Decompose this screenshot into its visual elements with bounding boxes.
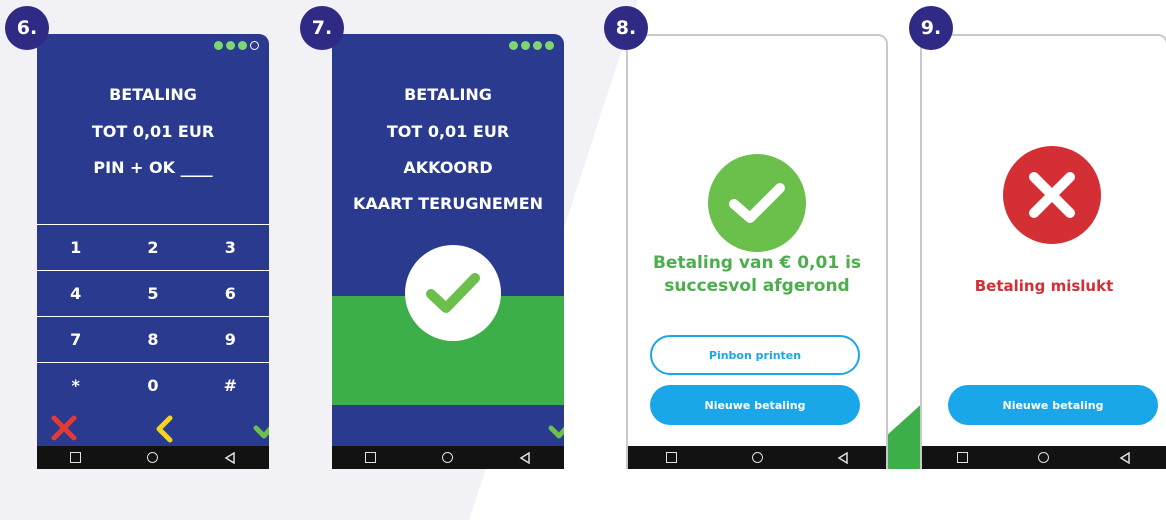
back-triangle-icon[interactable] bbox=[1118, 451, 1132, 465]
key-2[interactable]: 2 bbox=[114, 225, 191, 270]
home-circle-icon[interactable] bbox=[146, 451, 160, 465]
progress-dot-filled bbox=[214, 41, 223, 50]
square-icon[interactable] bbox=[69, 451, 83, 465]
key-8[interactable]: 8 bbox=[114, 317, 191, 362]
new-payment-button[interactable]: Nieuwe betaling bbox=[948, 385, 1158, 425]
square-icon[interactable] bbox=[364, 451, 378, 465]
phone-screen-failed: Betaling mislukt Nieuwe betaling bbox=[920, 34, 1166, 469]
progress-dot-filled bbox=[521, 41, 530, 50]
progress-dot-filled bbox=[238, 41, 247, 50]
amount-label: TOT 0,01 EUR bbox=[91, 122, 215, 141]
success-message-line: Betaling van € 0,01 is bbox=[652, 253, 862, 273]
keypad-row: * 0 # bbox=[37, 362, 269, 408]
back-triangle-icon[interactable] bbox=[518, 451, 532, 465]
success-message: Betaling van € 0,01 is succesvol afgeron… bbox=[628, 252, 886, 298]
step-badge-6: 6. bbox=[5, 6, 49, 50]
keypad-row: 4 5 6 bbox=[37, 270, 269, 316]
android-navbar bbox=[37, 446, 269, 469]
pin-keypad: 1 2 3 4 5 6 7 8 9 * 0 # bbox=[37, 224, 269, 408]
home-circle-icon[interactable] bbox=[1037, 451, 1051, 465]
android-navbar bbox=[332, 446, 564, 469]
key-0[interactable]: 0 bbox=[114, 363, 191, 408]
back-triangle-icon[interactable] bbox=[223, 451, 237, 465]
back-triangle-icon[interactable] bbox=[836, 451, 850, 465]
check-circle-icon bbox=[405, 245, 501, 341]
home-circle-icon[interactable] bbox=[441, 451, 455, 465]
key-1[interactable]: 1 bbox=[37, 225, 114, 270]
amount-label: TOT 0,01 EUR bbox=[386, 122, 510, 141]
remove-card-label: KAART TERUGNEMEN bbox=[352, 194, 544, 213]
keypad-row: 1 2 3 bbox=[37, 224, 269, 270]
confirm-check-icon[interactable] bbox=[548, 417, 564, 443]
pin-prompt: PIN + OK ____ bbox=[93, 158, 213, 177]
step-badge-7: 7. bbox=[300, 6, 344, 50]
progress-dots bbox=[509, 41, 554, 50]
payment-label: BETALING bbox=[109, 85, 197, 104]
progress-dots bbox=[214, 41, 259, 50]
new-payment-button[interactable]: Nieuwe betaling bbox=[650, 385, 860, 425]
step-badge-8: 8. bbox=[604, 6, 648, 50]
approved-label: AKKOORD bbox=[403, 158, 493, 177]
phone-screen-success: Betaling van € 0,01 is succesvol afgeron… bbox=[626, 34, 888, 469]
progress-dot-filled bbox=[533, 41, 542, 50]
step-badge-9: 9. bbox=[909, 6, 953, 50]
progress-dot-filled bbox=[509, 41, 518, 50]
key-hash[interactable]: # bbox=[192, 363, 269, 408]
phone-screen-pin-entry: BETALING TOT 0,01 EUR PIN + OK ____ 1 2 … bbox=[37, 34, 269, 469]
home-circle-icon[interactable] bbox=[750, 451, 764, 465]
key-5[interactable]: 5 bbox=[114, 271, 191, 316]
progress-dot-filled bbox=[226, 41, 235, 50]
key-star[interactable]: * bbox=[37, 363, 114, 408]
progress-dot-filled bbox=[545, 41, 554, 50]
error-message: Betaling mislukt bbox=[974, 277, 1114, 295]
key-6[interactable]: 6 bbox=[192, 271, 269, 316]
key-9[interactable]: 9 bbox=[192, 317, 269, 362]
error-x-icon bbox=[1003, 146, 1101, 244]
print-receipt-button[interactable]: Pinbon printen bbox=[650, 335, 860, 375]
keypad-row: 7 8 9 bbox=[37, 316, 269, 362]
success-check-icon bbox=[708, 154, 806, 252]
phone-screen-approved: BETALING TOT 0,01 EUR AKKOORD KAART TERU… bbox=[332, 34, 564, 469]
android-navbar bbox=[628, 446, 886, 469]
key-3[interactable]: 3 bbox=[192, 225, 269, 270]
payment-label: BETALING bbox=[404, 85, 492, 104]
key-7[interactable]: 7 bbox=[37, 317, 114, 362]
key-4[interactable]: 4 bbox=[37, 271, 114, 316]
square-icon[interactable] bbox=[956, 451, 970, 465]
android-navbar bbox=[922, 446, 1166, 469]
back-chevron-icon[interactable] bbox=[154, 415, 174, 447]
cancel-x-icon[interactable] bbox=[51, 415, 77, 445]
square-icon[interactable] bbox=[664, 451, 678, 465]
progress-dot-empty bbox=[250, 41, 259, 50]
confirm-check-icon[interactable] bbox=[253, 417, 269, 443]
success-message-line: succesvol afgerond bbox=[664, 276, 850, 296]
